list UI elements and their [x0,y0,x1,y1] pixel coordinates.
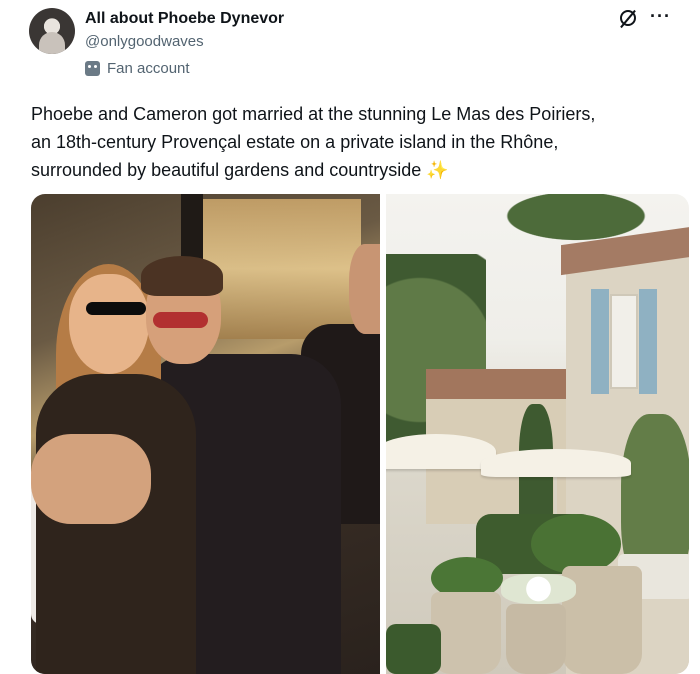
media-grid [31,194,689,674]
estate-photo[interactable] [386,194,689,674]
author-handle[interactable]: @onlygoodwaves [85,33,204,50]
avatar[interactable] [29,8,75,54]
fan-account-icon [85,61,100,76]
tweet-text-line: an 18th-century Provençal estate on a pr… [31,132,559,152]
grok-icon[interactable] [620,10,636,26]
fan-account-label: Fan account [107,60,190,77]
author-name[interactable]: All about Phoebe Dynevor [85,10,284,28]
fan-account-badge: Fan account [85,60,190,77]
tweet-text-line: Phoebe and Cameron got married at the st… [31,104,596,124]
tweet-text-line: surrounded by beautiful gardens and coun… [31,160,449,180]
couple-photo[interactable] [31,194,380,674]
tweet: All about Phoebe Dynevor @onlygoodwaves … [0,0,700,674]
tweet-text: Phoebe and Cameron got married at the st… [31,100,671,184]
more-options-icon[interactable]: ··· [650,6,671,27]
